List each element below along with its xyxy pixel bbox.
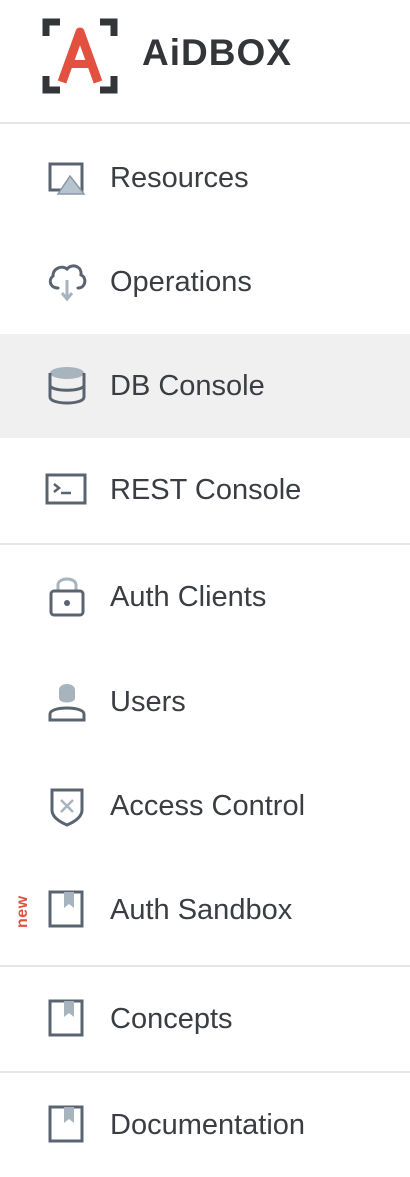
sidebar-item-label: Resources: [110, 162, 249, 194]
app-header: AiDBOX: [0, 0, 410, 122]
bookmark-icon: [44, 1101, 90, 1147]
sidebar-item-access-control[interactable]: Access Control: [0, 754, 410, 858]
sidebar-item-auth-clients[interactable]: Auth Clients: [0, 545, 410, 649]
sidebar-item-concepts[interactable]: Concepts: [0, 967, 410, 1071]
brand-name: AiDBOX: [142, 32, 292, 73]
sidebar-item-label: Documentation: [110, 1109, 306, 1141]
sidebar-item-label: Auth Clients: [110, 581, 267, 613]
sidebar-item-label: Concepts: [110, 1003, 233, 1035]
terminal-icon: [44, 466, 90, 512]
bookmark-icon: [44, 995, 90, 1041]
database-icon: [44, 362, 90, 408]
sidebar-item-documentation[interactable]: Documentation: [0, 1073, 410, 1177]
sidebar-item-resources[interactable]: Resources: [0, 126, 410, 230]
cloud-icon: [44, 258, 90, 304]
shield-icon: [44, 782, 90, 828]
sidebar-item-operations[interactable]: Operations: [0, 230, 410, 334]
bookmark-icon: [44, 886, 90, 932]
sidebar-item-label: Users: [110, 686, 186, 718]
resources-icon: [44, 154, 90, 200]
sidebar-item-users[interactable]: Users: [0, 650, 410, 754]
divider: [0, 122, 410, 124]
sidebar-item-label: Access Control: [110, 790, 306, 822]
new-badge: new: [14, 895, 31, 928]
sidebar-item-db-console[interactable]: DB Console: [0, 334, 410, 438]
sidebar-item-label: Auth Sandbox: [110, 894, 293, 926]
lock-icon: [44, 573, 90, 619]
sidebar-item-label: DB Console: [110, 370, 265, 402]
sidebar-item-label: Operations: [110, 266, 252, 298]
aidbox-logo-icon[interactable]: [42, 18, 118, 94]
sidebar-item-rest-console[interactable]: REST Console: [0, 438, 410, 542]
sidebar-item-auth-sandbox[interactable]: new Auth Sandbox: [0, 858, 410, 962]
user-icon: [44, 678, 90, 724]
sidebar-item-label: REST Console: [110, 474, 302, 506]
